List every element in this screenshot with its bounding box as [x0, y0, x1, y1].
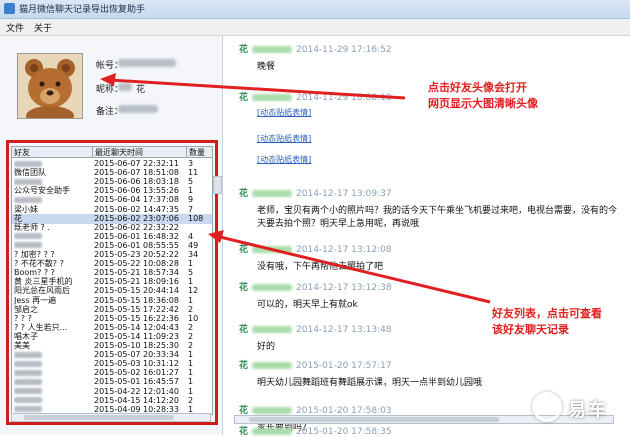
message-text: 晚餐	[257, 62, 276, 72]
message-header: 花 2014-12-17 13:12:08	[239, 242, 392, 255]
avatar-annotation-line2: 网页显示大图清晰头像	[428, 97, 538, 110]
app-icon	[4, 3, 15, 14]
message-text: 老师，宝贝有两个小的照片吗？我的话今天下午乘坐飞机要过来吧，电视台需要，没有的今	[257, 206, 618, 216]
message-text: 可以的，明天早上有就ok	[257, 300, 358, 310]
sender-blur	[252, 362, 293, 369]
message-text: 好的	[257, 342, 276, 352]
message-text: 没有哦，下午再帮他去照拍了吧	[257, 262, 384, 272]
message-timestamp: 2014-12-17 13:09:37	[296, 189, 392, 199]
chat-history-pane: 花 2014-11-29 17:16:52 晚餐花 2014-11-29 18:08:…	[223, 36, 630, 437]
chat-scroll-thumb[interactable]	[249, 417, 499, 422]
message-header: 花 2015-01-20 17:58:35	[239, 424, 392, 437]
app-window: 猫月微信聊天记录导出恢复助手 文件 关于 帐号： 昵称： 花 备注： 好友 最近…	[0, 0, 630, 437]
sender-blur	[252, 190, 293, 197]
avatar-annotation-line1: 点击好友头像会打开	[428, 81, 527, 94]
message-text: 天要去拍个照？明天早上急用呢，再说哦	[257, 219, 420, 229]
message-header: 花 2014-11-29 18:08:18	[239, 90, 392, 103]
sender-name: 花	[239, 93, 249, 103]
menu-bar: 文件 关于	[0, 19, 630, 36]
sender-blur	[252, 326, 293, 333]
message-timestamp: 2014-11-29 18:08:18	[296, 93, 392, 103]
message-header: 花 2014-11-29 17:16:52	[239, 42, 392, 55]
sender-blur	[252, 246, 293, 253]
account-value-blurred	[118, 59, 176, 67]
sender-name: 花	[239, 283, 249, 293]
sender-name: 花	[239, 45, 249, 55]
message-text: 明天幼儿园舞蹈班有舞蹈展示课，明天一点半到幼儿园哦	[257, 378, 483, 388]
message-header: 花 2014-12-17 13:09:37	[239, 186, 392, 199]
sender-name: 花	[239, 427, 249, 437]
sender-name: 花	[239, 189, 249, 199]
splitter-handle[interactable]	[213, 176, 222, 194]
sender-blur	[252, 94, 293, 101]
message-header: 花 2014-12-17 13:13:48	[239, 322, 392, 335]
sender-blur	[252, 428, 293, 435]
watermark-circle-icon	[532, 392, 562, 422]
watermark-logo: 易车	[532, 388, 624, 428]
message-timestamp: 2014-12-17 13:12:08	[296, 245, 392, 255]
friend-list-scrollbar[interactable]	[11, 413, 211, 422]
scroll-thumb[interactable]	[24, 415, 174, 420]
sender-blur	[252, 46, 293, 53]
friend-list-highlight	[6, 140, 218, 425]
sticker-link[interactable]: [动态贴纸表情]	[257, 133, 311, 144]
watermark-text: 易车	[568, 400, 608, 421]
remark-value-blurred	[118, 105, 158, 113]
message-header: 花 2015-01-20 17:57:17	[239, 358, 392, 371]
window-title: 猫月微信聊天记录导出恢复助手	[19, 5, 146, 15]
sticker-link[interactable]: [动态贴纸表情]	[257, 107, 311, 118]
teddy-bear-image	[18, 54, 82, 118]
sender-blur	[252, 284, 293, 291]
message-timestamp: 2015-01-20 17:58:35	[296, 427, 392, 437]
nickname-value: 花	[136, 85, 146, 95]
message-timestamp: 2014-12-17 13:12:38	[296, 283, 392, 293]
sender-blur	[252, 407, 293, 414]
friend-avatar[interactable]	[17, 53, 83, 119]
message-timestamp: 2014-11-29 17:16:52	[296, 45, 392, 55]
message-timestamp: 2014-12-17 13:13:48	[296, 325, 392, 335]
list-annotation-line2: 该好友聊天记录	[492, 323, 569, 336]
sender-name: 花	[239, 245, 249, 255]
menu-about[interactable]: 关于	[34, 21, 52, 34]
message-header: 花 2014-12-17 13:12:38	[239, 280, 392, 293]
sender-name: 花	[239, 325, 249, 335]
nickname-blur	[118, 83, 132, 91]
list-annotation-line1: 好友列表，点击可查看	[492, 307, 602, 320]
menu-file[interactable]: 文件	[6, 21, 24, 34]
message-timestamp: 2015-01-20 17:57:17	[296, 361, 392, 371]
sender-name: 花	[239, 361, 249, 371]
sticker-link[interactable]: [动态贴纸表情]	[257, 154, 311, 165]
title-bar: 猫月微信聊天记录导出恢复助手	[0, 0, 630, 19]
